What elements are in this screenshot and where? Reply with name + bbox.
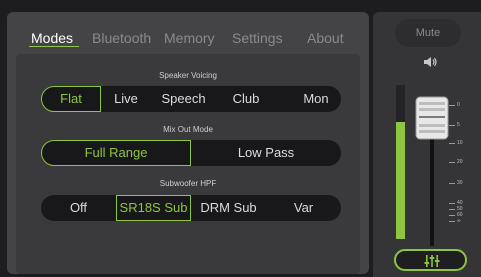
scale-label: 5 bbox=[457, 122, 460, 128]
subwoofer-hpf-label: Subwoofer HPF bbox=[159, 179, 217, 188]
speaker-volume-icon bbox=[424, 57, 437, 67]
hpf-option-off[interactable]: Off bbox=[41, 195, 116, 221]
fader-scale: 0 5 10 20 30 40 50 60 ∞ bbox=[449, 102, 481, 242]
tab-bar: Modes Bluetooth Memory Settings About bbox=[7, 30, 369, 50]
voicing-option-mon[interactable]: Mon bbox=[291, 86, 341, 112]
voicing-option-speech[interactable]: Speech bbox=[151, 86, 216, 112]
scale-tick bbox=[449, 221, 455, 222]
subwoofer-hpf-selector: Off SR18S Sub DRM Sub Var bbox=[41, 195, 341, 221]
voicing-option-club[interactable]: Club bbox=[216, 86, 276, 112]
mix-out-mode-selector: Full Range Low Pass bbox=[41, 140, 341, 166]
scale-tick bbox=[449, 143, 455, 144]
voicing-option-flat[interactable]: Flat bbox=[41, 86, 101, 112]
hpf-option-drm-sub[interactable]: DRM Sub bbox=[191, 195, 266, 221]
eq-button[interactable] bbox=[394, 249, 467, 271]
mute-button[interactable]: Mute bbox=[395, 19, 461, 47]
tab-memory[interactable]: Memory bbox=[164, 30, 215, 46]
eq-sliders-icon bbox=[424, 255, 440, 267]
scale-label: ∞ bbox=[457, 218, 461, 224]
mix-option-low-pass[interactable]: Low Pass bbox=[191, 140, 341, 166]
scale-label: 10 bbox=[457, 140, 463, 146]
fader-handle[interactable] bbox=[415, 96, 449, 140]
scale-tick bbox=[449, 105, 455, 106]
speaker-voicing-label: Speaker Voicing bbox=[159, 71, 217, 80]
tab-modes[interactable]: Modes bbox=[31, 30, 73, 46]
modes-panel: Modes Bluetooth Memory Settings About Sp… bbox=[7, 12, 369, 274]
active-tab-underline bbox=[29, 46, 79, 47]
hpf-option-sr18s-sub[interactable]: SR18S Sub bbox=[116, 195, 191, 221]
scale-label: 20 bbox=[457, 159, 463, 165]
scale-label: 0 bbox=[457, 102, 460, 108]
master-channel-panel: Mute 0 5 10 20 30 40 50 60 ∞ bbox=[373, 12, 481, 277]
scale-tick bbox=[449, 215, 455, 216]
tab-settings[interactable]: Settings bbox=[232, 30, 283, 46]
modes-content: Speaker Voicing Flat Live Speech Club Mo… bbox=[16, 54, 360, 274]
mix-out-mode-label: Mix Out Mode bbox=[163, 125, 213, 134]
scale-tick bbox=[449, 125, 455, 126]
mix-option-full-range[interactable]: Full Range bbox=[41, 140, 191, 166]
tab-about[interactable]: About bbox=[307, 30, 344, 46]
voicing-option-live[interactable]: Live bbox=[101, 86, 151, 112]
scale-tick bbox=[449, 209, 455, 210]
scale-tick bbox=[449, 203, 455, 204]
scale-tick bbox=[449, 183, 455, 184]
scale-tick bbox=[449, 162, 455, 163]
tab-bluetooth[interactable]: Bluetooth bbox=[92, 30, 151, 46]
speaker-voicing-selector: Flat Live Speech Club Mon bbox=[41, 86, 341, 112]
level-meter-fill bbox=[396, 122, 405, 239]
hpf-option-var[interactable]: Var bbox=[266, 195, 341, 221]
scale-label: 30 bbox=[457, 180, 463, 186]
